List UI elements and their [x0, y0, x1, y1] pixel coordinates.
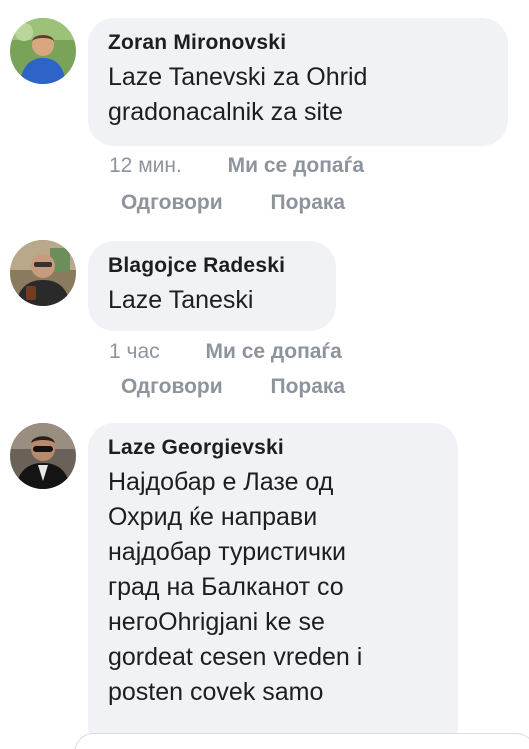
comment-bubble: Blagojce Radeski Laze Taneski	[88, 241, 336, 331]
message-button[interactable]: Порака	[270, 375, 345, 399]
comment-actions: Одговори Порака	[121, 191, 345, 215]
comments-thread: Zoran Mironovski Laze Tanevski za Ohrid …	[0, 0, 529, 749]
comment-time[interactable]: 1 час	[109, 340, 160, 364]
comment-time[interactable]: 12 мин.	[109, 154, 182, 178]
comment-text: Laze Tanevski za Ohrid gradonacalnik za …	[108, 63, 368, 126]
comment-bubble: Zoran Mironovski Laze Tanevski za Ohrid …	[88, 18, 508, 146]
message-button[interactable]: Порака	[270, 191, 345, 215]
comment-text: Laze Taneski	[108, 286, 254, 314]
avatar[interactable]	[10, 423, 76, 489]
comment-author[interactable]: Laze Georgievski	[108, 435, 438, 461]
avatar[interactable]	[10, 240, 76, 306]
comment-author[interactable]: Blagojce Radeski	[108, 253, 316, 279]
comment-bubble: Laze Georgievski Најдобар е Лазе од Охри…	[88, 423, 458, 749]
comment-input[interactable]	[74, 733, 529, 749]
reply-button[interactable]: Одговори	[121, 375, 223, 399]
comment-author[interactable]: Zoran Mironovski	[108, 30, 488, 56]
like-button[interactable]: Ми се допаѓа	[228, 154, 364, 178]
comment-meta: 12 мин. Ми се допаѓа	[109, 154, 364, 178]
avatar-photo-icon	[10, 18, 76, 84]
comment-meta: 1 час Ми се допаѓа	[109, 340, 342, 364]
comment-text: Најдобар е Лазе од Охрид ќе направи најд…	[108, 468, 363, 706]
comment-actions: Одговори Порака	[121, 375, 345, 399]
like-button[interactable]: Ми се допаѓа	[205, 340, 341, 364]
avatar-photo-icon	[10, 423, 76, 489]
reply-button[interactable]: Одговори	[121, 191, 223, 215]
avatar-photo-icon	[10, 240, 76, 306]
avatar[interactable]	[10, 18, 76, 84]
